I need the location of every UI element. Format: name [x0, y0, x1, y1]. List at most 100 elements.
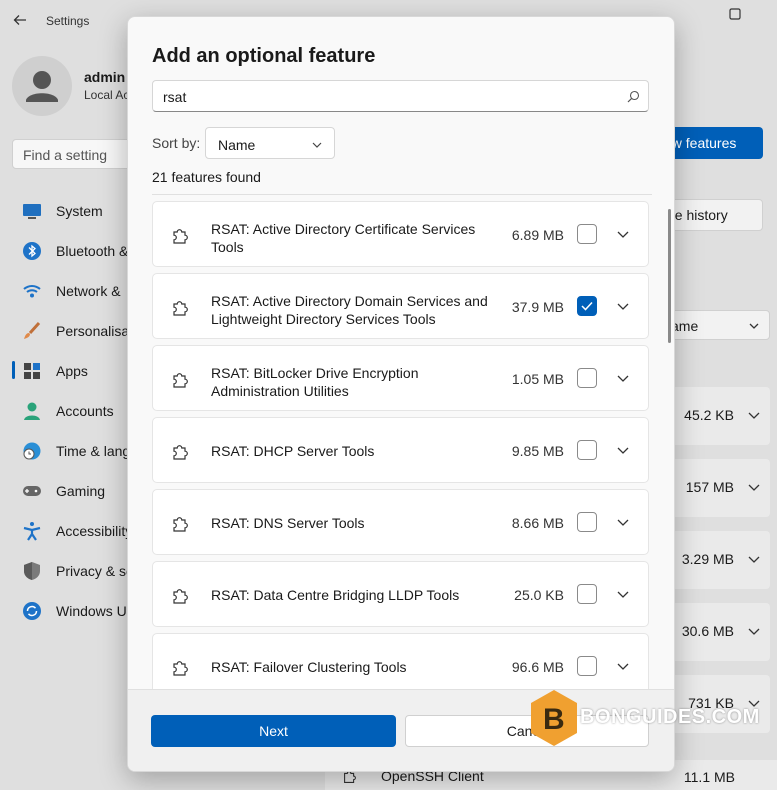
chevron-down-icon[interactable] — [617, 444, 629, 456]
sidebar-item-label: Bluetooth & — [56, 243, 129, 259]
feature-size: 30.6 MB — [681, 623, 734, 639]
sidebar-item-privacy[interactable]: Privacy & se — [12, 553, 142, 589]
sidebar-item-label: Windows U — [56, 603, 127, 619]
feature-name: RSAT: Active Directory Certificate Servi… — [211, 221, 476, 255]
maximize-icon[interactable] — [727, 6, 743, 22]
chevron-down-icon[interactable] — [748, 409, 760, 421]
sidebar-item-time-language[interactable]: Time & lang — [12, 433, 142, 469]
sort-by-value: Name — [218, 137, 256, 153]
feature-size: 9.85 MB — [511, 443, 564, 459]
feature-size: 6.89 MB — [511, 227, 564, 243]
sidebar-item-accounts[interactable]: Accounts — [12, 393, 142, 429]
feature-row[interactable]: RSAT: DHCP Server Tools 9.85 MB — [152, 417, 649, 483]
feature-checkbox[interactable] — [577, 440, 597, 460]
avatar — [12, 56, 72, 116]
sidebar-item-bluetooth[interactable]: Bluetooth & — [12, 233, 142, 269]
feature-row[interactable]: RSAT: Active Directory Certificate Servi… — [152, 201, 649, 267]
sidebar-item-accessibility[interactable]: Accessibility — [12, 513, 142, 549]
feature-size: 157 MB — [685, 479, 734, 495]
chevron-down-icon — [312, 142, 322, 148]
feature-name: RSAT: Active Directory Domain Services a… — [211, 293, 488, 327]
sidebar-item-label: Accounts — [56, 403, 114, 419]
feature-checkbox[interactable] — [577, 368, 597, 388]
feature-name: RSAT: Failover Clustering Tools — [211, 659, 407, 675]
chevron-down-icon[interactable] — [617, 660, 629, 672]
chevron-down-icon[interactable] — [617, 516, 629, 528]
feature-row[interactable]: RSAT: Failover Clustering Tools 96.6 MB — [152, 633, 649, 690]
bluetooth-icon — [23, 242, 41, 260]
user-name: admin — [84, 69, 126, 85]
chevron-down-icon[interactable] — [617, 300, 629, 312]
feature-checkbox[interactable] — [577, 512, 597, 532]
feature-size: 3.29 MB — [681, 551, 734, 567]
sidebar-item-gaming[interactable]: Gaming — [12, 473, 142, 509]
sidebar-item-apps[interactable]: Apps — [12, 353, 142, 389]
results-count: 21 features found — [152, 169, 261, 185]
brush-icon — [24, 321, 41, 339]
sidebar-item-label: Time & lang — [56, 443, 131, 459]
feature-search-value: rsat — [163, 89, 187, 105]
puzzle-icon — [173, 373, 188, 388]
sidebar-item-windows-update[interactable]: Windows U — [12, 593, 142, 629]
next-button[interactable]: Next — [151, 715, 396, 747]
installed-sort-value: ame — [671, 318, 699, 334]
system-icon — [23, 204, 41, 219]
watermark-text: BONGUIDES.COM — [580, 706, 760, 728]
network-icon — [23, 285, 41, 298]
feature-row[interactable]: RSAT: BitLocker Drive Encryption Adminis… — [152, 345, 649, 411]
chevron-down-icon[interactable] — [748, 481, 760, 493]
dialog-title: Add an optional feature — [152, 45, 376, 67]
chevron-down-icon[interactable] — [617, 228, 629, 240]
feature-checkbox[interactable] — [577, 296, 597, 316]
chevron-down-icon — [749, 323, 759, 329]
person-icon — [24, 402, 40, 420]
feature-size: 37.9 MB — [511, 299, 564, 315]
feature-checkbox[interactable] — [577, 584, 597, 604]
accessibility-icon — [23, 522, 41, 541]
feature-name: RSAT: DHCP Server Tools — [211, 443, 375, 459]
gamepad-icon — [23, 486, 41, 496]
feature-name: RSAT: Data Centre Bridging LLDP Tools — [211, 587, 460, 603]
sidebar-item-label: Apps — [56, 363, 88, 379]
puzzle-icon — [173, 589, 188, 604]
puzzle-icon — [173, 301, 188, 316]
feature-size: 8.66 MB — [511, 515, 564, 531]
svg-text:B: B — [543, 703, 565, 736]
feature-row[interactable]: RSAT: DNS Server Tools 8.66 MB — [152, 489, 649, 555]
watermark: B BONGUIDES.COM — [528, 688, 777, 748]
chevron-down-icon[interactable] — [748, 553, 760, 565]
feature-name: RSAT: BitLocker Drive Encryption Adminis… — [211, 365, 419, 399]
feature-size: 45.2 KB — [684, 407, 734, 423]
chevron-down-icon[interactable] — [617, 372, 629, 384]
chevron-down-icon[interactable] — [617, 588, 629, 600]
puzzle-icon — [173, 661, 188, 676]
feature-row[interactable]: RSAT: Data Centre Bridging LLDP Tools 25… — [152, 561, 649, 627]
puzzle-icon — [173, 445, 188, 460]
back-arrow-icon[interactable] — [12, 12, 28, 28]
sidebar-item-label: Gaming — [56, 483, 106, 499]
scrollbar-thumb[interactable] — [668, 209, 671, 343]
chevron-down-icon[interactable] — [748, 625, 760, 637]
feature-size: 96.6 MB — [511, 659, 564, 675]
sidebar-item-network[interactable]: Network & — [12, 273, 142, 309]
add-optional-feature-dialog: Add an optional feature rsat Sort by: Na… — [127, 16, 675, 772]
sidebar-item-label: System — [56, 203, 103, 219]
feature-list: RSAT: Active Directory Certificate Servi… — [152, 194, 652, 690]
sidebar-item-personalisation[interactable]: Personalisat — [12, 313, 142, 349]
sidebar-item-label: Personalisat — [56, 323, 134, 339]
search-icon — [627, 90, 640, 103]
feature-row[interactable]: RSAT: Active Directory Domain Services a… — [152, 273, 649, 339]
apps-icon — [24, 363, 40, 379]
puzzle-icon — [173, 517, 188, 532]
sort-by-select[interactable]: Name — [205, 127, 335, 159]
checkmark-icon — [581, 301, 593, 311]
sidebar-item-label: Privacy & se — [56, 563, 134, 579]
feature-search-input[interactable]: rsat — [152, 80, 649, 112]
feature-checkbox[interactable] — [577, 224, 597, 244]
feature-checkbox[interactable] — [577, 656, 597, 676]
feature-size: 25.0 KB — [514, 587, 564, 603]
sidebar-item-label: Network & — [56, 283, 121, 299]
user-avatar-icon — [26, 71, 58, 102]
sidebar-item-system[interactable]: System — [12, 193, 142, 229]
window-title: Settings — [46, 14, 90, 28]
